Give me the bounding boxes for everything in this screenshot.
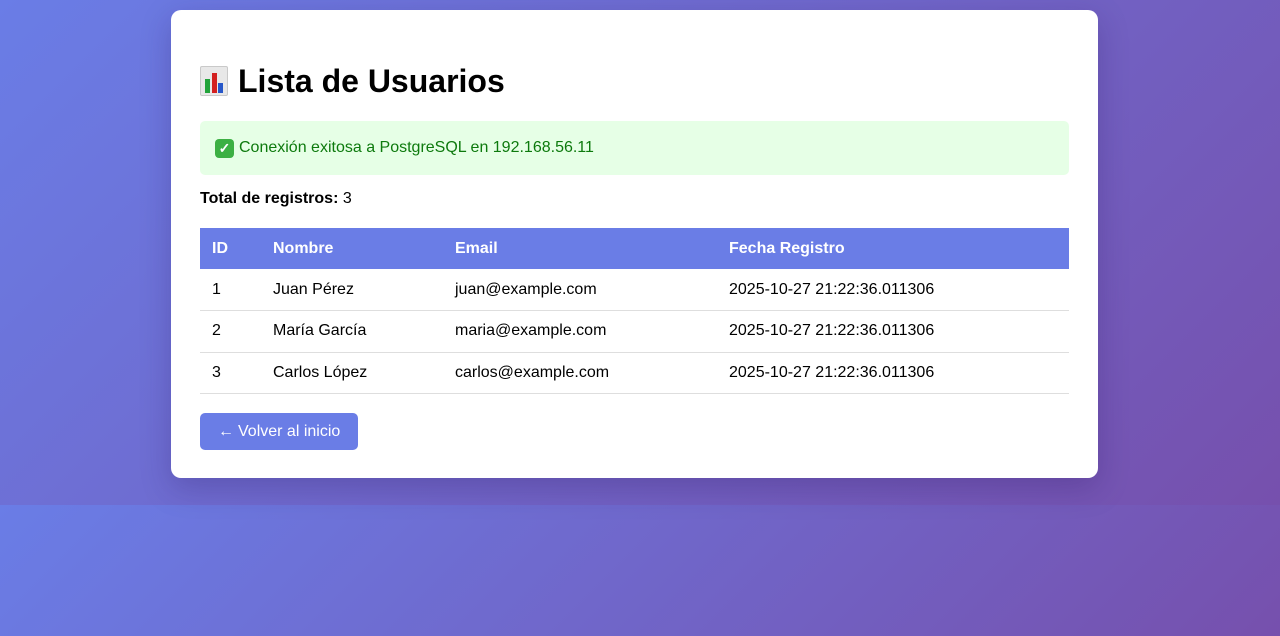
table-row: 3 Carlos López carlos@example.com 2025-1… [200,352,1069,394]
back-button-label: Volver al inicio [238,422,341,440]
connection-status-alert: ✓ Conexión exitosa a PostgreSQL en 192.1… [200,121,1069,175]
cell-id: 2 [200,310,261,353]
bar-chart-icon [200,66,228,96]
record-count-label: Total de registros: [200,190,339,207]
back-to-home-button[interactable]: ← Volver al inicio [200,413,359,450]
cell-fecha-registro: 2025-10-27 21:22:36.011306 [717,352,1069,394]
users-card: Lista de Usuarios ✓ Conexión exitosa a P… [171,10,1098,478]
column-header-email: Email [455,239,498,257]
page-background-lower [0,505,1280,636]
column-header-nombre: Nombre [273,239,334,257]
cell-email: carlos@example.com [443,352,717,394]
column-header-id: ID [212,239,228,257]
page-title: Lista de Usuarios [238,62,505,99]
left-arrow-icon: ← [218,422,234,440]
cell-fecha-registro: 2025-10-27 21:22:36.011306 [717,310,1069,353]
record-count-value: 3 [342,190,352,207]
cell-id: 1 [200,269,261,311]
users-table: ID Nombre Email Fecha Registro 1 Juan Pé… [200,228,1069,394]
check-mark-icon: ✓ [215,138,234,158]
alert-message: Conexión exitosa a PostgreSQL en 192.168… [239,139,594,156]
table-header-row: ID Nombre Email Fecha Registro [200,228,1069,269]
cell-fecha-registro: 2025-10-27 21:22:36.011306 [717,269,1069,311]
cell-id: 3 [200,352,261,394]
cell-nombre: María García [261,310,443,353]
record-count: Total de registros: 3 [200,190,1069,209]
cell-nombre: Juan Pérez [261,269,443,311]
cell-email: maria@example.com [443,310,717,353]
table-row: 1 Juan Pérez juan@example.com 2025-10-27… [200,269,1069,311]
cell-email: juan@example.com [443,269,717,311]
column-header-fecha-registro: Fecha Registro [729,239,845,257]
page-header: Lista de Usuarios [200,61,1069,101]
cell-nombre: Carlos López [261,352,443,394]
table-row: 2 María García maria@example.com 2025-10… [200,310,1069,353]
